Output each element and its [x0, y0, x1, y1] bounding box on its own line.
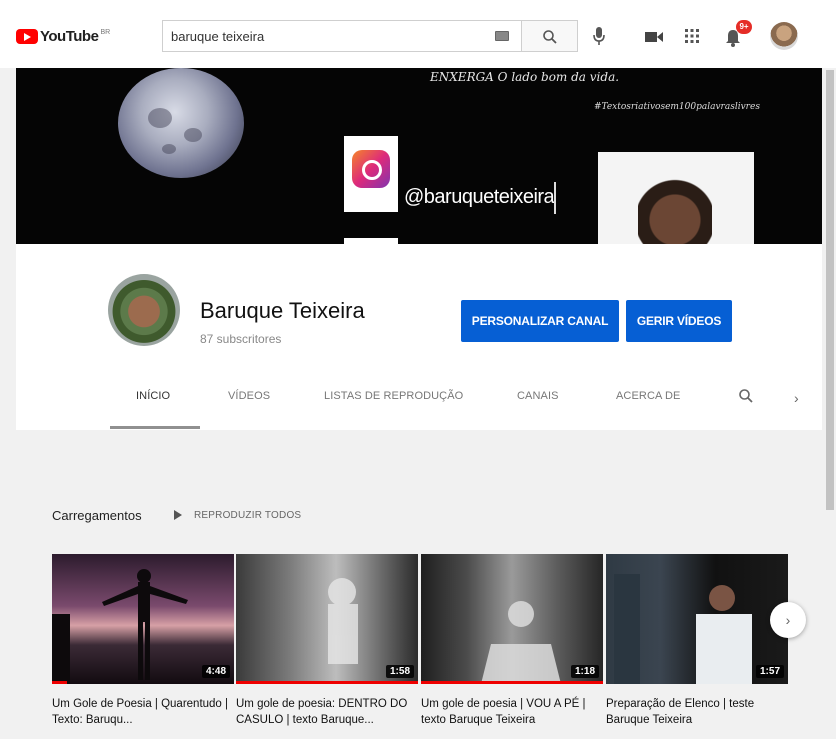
video-thumbnail[interactable]: 4:48	[52, 554, 234, 684]
video-duration: 1:57	[755, 665, 784, 678]
video-card[interactable]: 1:58 Um gole de poesia: DENTRO DO CASULO…	[236, 554, 418, 728]
video-duration: 1:18	[570, 665, 599, 678]
manage-videos-button[interactable]: GERIR VÍDEOS	[626, 300, 732, 342]
instagram-icon	[352, 150, 390, 188]
account-avatar[interactable]	[770, 22, 798, 50]
search-icon	[543, 30, 557, 44]
banner-quote: ENXERGA O lado bom da vida.	[430, 70, 620, 84]
video-card[interactable]: 4:48 Um Gole de Poesia | Quarentudo | Te…	[52, 554, 234, 728]
search-button[interactable]	[522, 20, 578, 52]
logo-text: YouTube	[40, 28, 99, 45]
page: YouTube BR 9+ ENXERGA O lado bom da vida…	[0, 0, 836, 739]
create-video-icon[interactable]	[644, 30, 664, 44]
search-box	[162, 20, 522, 52]
tab-about[interactable]: ACERCA DE	[616, 390, 680, 402]
video-title[interactable]: Um gole de poesia: DENTRO DO CASULO | te…	[236, 696, 418, 728]
tab-home[interactable]: INÍCIO	[136, 390, 170, 402]
video-duration: 4:48	[201, 665, 230, 678]
watch-progress	[421, 681, 603, 684]
logo-region: BR	[100, 29, 111, 36]
subscriber-count: 87 subscritores	[200, 332, 282, 346]
uploads-title: Carregamentos	[52, 508, 142, 523]
moon-image	[118, 68, 244, 178]
video-thumbnail[interactable]: 1:58	[236, 554, 418, 684]
carousel-next-button[interactable]: ›	[770, 602, 806, 638]
watch-progress	[52, 681, 67, 684]
video-duration: 1:58	[385, 665, 414, 678]
scrollbar-thumb[interactable]	[826, 70, 834, 510]
channel-search-icon[interactable]	[738, 388, 754, 404]
play-icon[interactable]	[174, 510, 182, 520]
channel-tabs: INÍCIO VÍDEOS LISTAS DE REPRODUÇÃO CANAI…	[16, 384, 822, 430]
portrait-image	[638, 166, 712, 244]
video-thumbnail[interactable]: 1:18	[421, 554, 603, 684]
keyboard-icon[interactable]	[495, 31, 509, 41]
banner-hashtag: #Textosriativosem100palavraslivres	[594, 102, 760, 112]
video-title[interactable]: Preparação de Elenco | teste Baruque Tei…	[606, 696, 788, 728]
channel-name: Baruque Teixeira	[200, 298, 365, 323]
notification-badge: 9+	[736, 20, 752, 34]
watch-progress	[236, 681, 418, 684]
video-card[interactable]: 1:57 Preparação de Elenco | teste Baruqu…	[606, 554, 788, 728]
tab-playlists[interactable]: LISTAS DE REPRODUÇÃO	[324, 390, 463, 402]
microphone-icon[interactable]	[592, 26, 606, 46]
youtube-play-icon	[16, 29, 38, 44]
tab-channels[interactable]: CANAIS	[517, 390, 559, 402]
tab-videos[interactable]: VÍDEOS	[228, 390, 270, 402]
play-all-button[interactable]: REPRODUZIR TODOS	[194, 510, 301, 521]
video-card[interactable]: 1:18 Um gole de poesia | VOU A PÉ | text…	[421, 554, 603, 728]
youtube-logo[interactable]: YouTube BR	[16, 28, 110, 45]
chevron-right-icon[interactable]: ›	[794, 390, 799, 406]
top-bar: YouTube BR 9+	[0, 0, 836, 68]
banner-handle: @baruqueteixeira	[404, 186, 555, 208]
search-input[interactable]	[163, 21, 463, 51]
apps-grid-icon[interactable]	[684, 28, 700, 44]
channel-banner: ENXERGA O lado bom da vida. #Textosriati…	[16, 68, 822, 244]
channel-avatar[interactable]	[108, 274, 180, 346]
channel-header: Baruque Teixeira 87 subscritores PERSONA…	[16, 244, 822, 430]
customize-channel-button[interactable]: PERSONALIZAR CANAL	[461, 300, 619, 342]
video-title[interactable]: Um Gole de Poesia | Quarentudo | Texto: …	[52, 696, 234, 728]
video-thumbnail[interactable]: 1:57	[606, 554, 788, 684]
instagram-card	[344, 136, 398, 212]
active-tab-indicator	[110, 426, 200, 429]
banner-divider	[554, 182, 556, 214]
video-title[interactable]: Um gole de poesia | VOU A PÉ | texto Bar…	[421, 696, 603, 728]
chevron-right-icon: ›	[785, 612, 791, 628]
banner-photo	[598, 152, 754, 244]
